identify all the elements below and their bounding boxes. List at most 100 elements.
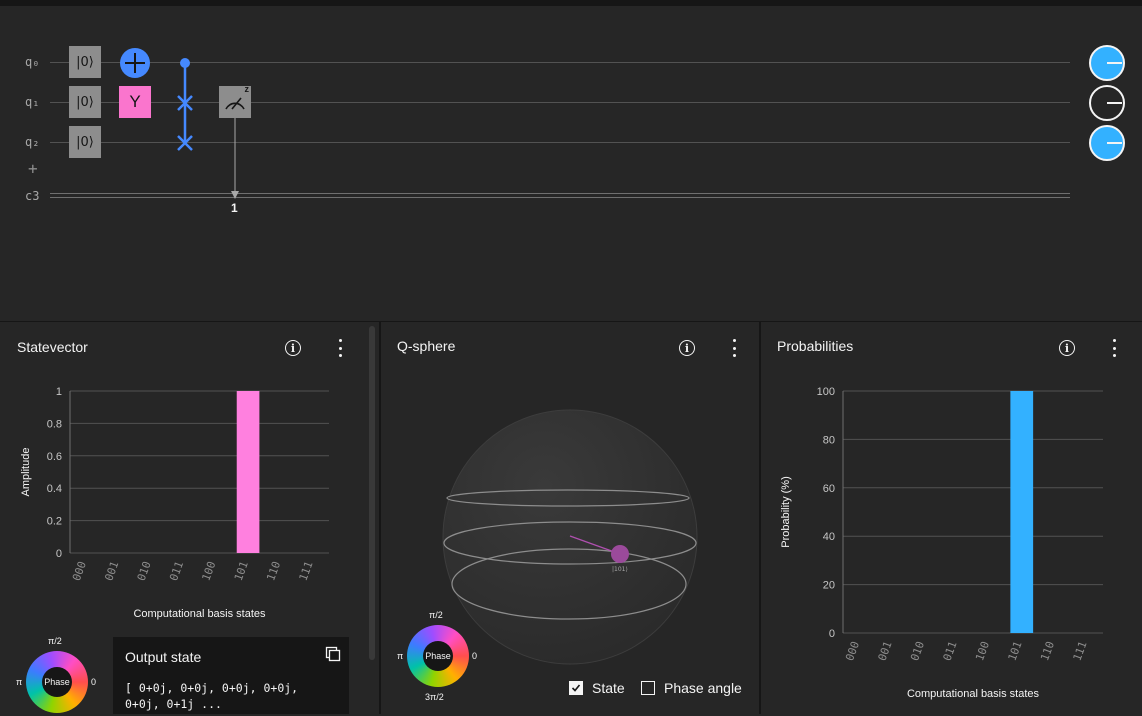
output-state-title: Output state [125,649,202,665]
phase-center-label: Phase [42,667,72,697]
info-icon[interactable]: i [1059,340,1075,356]
phase-color-ring: Phase [26,651,88,713]
checkbox-empty-icon [641,681,655,695]
circuit-composer: q₀ q₁ q₂ + c3 |0⟩ |0⟩ |0⟩ Y z 1 [0,0,1142,322]
y-tick-label: 40 [823,531,835,543]
overflow-menu-icon[interactable] [733,339,737,357]
phase-color-ring: Phase [407,625,469,687]
reset-gate-q2[interactable]: |0⟩ [69,126,101,158]
x-tick-label: 110 [1038,640,1057,663]
qubit-state-q2[interactable] [1089,125,1125,161]
x-tick-label: 011 [941,640,960,663]
reset-gate-q1[interactable]: |0⟩ [69,86,101,118]
measure-target-bit: 1 [231,201,238,215]
qsphere-state-label: |101⟩ [612,566,628,573]
info-icon[interactable]: i [285,340,301,356]
y-gate-label: Y [129,92,141,111]
y-tick-label: 0 [829,628,835,640]
qubit-state-q1[interactable] [1089,85,1125,121]
phase-right-label: 0 [91,677,97,687]
phase-left-label: π [16,677,23,687]
measure-basis-label: z [244,84,250,94]
y-tick-label: 1 [56,386,62,398]
phase-top-label: π/2 [429,610,443,620]
y-axis-label: Amplitude [20,448,32,497]
y-tick-label: 0.2 [47,516,62,528]
x-tick-label: 100 [973,640,992,663]
probabilities-chart: 0 20 40 60 80 100 000 001 010 011 100 101 110 111 Comp… [780,386,1103,700]
x-tick-label: 100 [199,560,218,583]
x-tick-label: 000 [70,560,89,583]
y-gate[interactable]: Y [119,86,151,118]
output-line-1: [ 0+0j, 0+0j, 0+0j, 0+0j, [125,681,299,695]
x-tick-label: 001 [102,560,121,583]
qubit-wire-q0[interactable] [50,62,1070,63]
check-icon [569,681,583,695]
qsphere-panel: Q-sphere i |101⟩ π/2 π 0 Phase 3π/2 Stat… [381,322,760,714]
phase-right-label: 0 [472,651,478,661]
probabilities-title: Probabilities [777,338,854,354]
statevector-chart: 00.20.40.60.81000 001 010 011 100 101 110 111Co… [20,386,329,620]
info-icon[interactable]: i [679,340,695,356]
qubit-wire-q1[interactable] [50,102,1070,103]
classical-register-label[interactable]: c3 [25,189,39,203]
qsphere-state-node [611,545,629,563]
statevector-title: Statevector [17,339,88,355]
x-tick-label: 000 [843,640,862,663]
probabilities-panel: Probabilities i 0 20 40 60 80 100 000 001 010 011… [761,322,1142,714]
qubit-label-q2[interactable]: q₂ [25,135,39,149]
qubit-label-q1[interactable]: q₁ [25,95,39,109]
x-tick-label: 110 [264,560,283,583]
phase-angle-checkbox-label: Phase angle [664,680,742,696]
control-dot-icon [180,58,190,68]
controlled-swap-gate[interactable] [170,56,200,160]
x-tick-label: 101 [1006,640,1025,663]
qubit-state-q0[interactable] [1089,45,1125,81]
statevector-panel: Statevector i 0 0.2 0.4 0.6 0.8 1 000 001 010 011… [0,322,380,714]
phase-bottom-label: 3π/2 [425,692,444,702]
y-tick-label: 0 [56,548,62,560]
y-tick-label: 80 [823,434,835,446]
overflow-menu-icon[interactable] [339,339,343,357]
state-checkbox-label: State [592,680,625,696]
measure-arrow [231,118,239,199]
qubit-state-line-icon [1107,102,1122,104]
output-state-value: [ 0+0j, 0+0j, 0+0j, 0+0j, 0+0j, 0+1j ... [125,680,298,712]
output-line-2: 0+0j, 0+1j ... [125,697,222,711]
classical-wire-c3[interactable] [50,193,1070,198]
reset-gate-label: |0⟩ [76,94,94,110]
x-axis-label: Computational basis states [133,608,266,620]
qubit-label-q0[interactable]: q₀ [25,55,39,69]
y-tick-label: 0.4 [47,483,62,495]
output-state-box: Output state [ 0+0j, 0+0j, 0+0j, 0+0j, 0… [113,637,349,714]
phase-angle-checkbox[interactable]: Phase angle [641,680,742,696]
phase-center-label: Phase [423,641,453,671]
overflow-menu-icon[interactable] [1113,339,1117,357]
y-tick-label: 100 [817,386,835,398]
reset-gate-q0[interactable]: |0⟩ [69,46,101,78]
phase-left-label: π [397,651,404,661]
add-qubit-button[interactable]: + [28,159,38,178]
scrollbar[interactable] [369,326,375,660]
x-tick-label: 010 [135,560,154,583]
y-tick-label: 20 [823,580,835,592]
x-axis-label: Computational basis states [907,688,1040,700]
reset-gate-label: |0⟩ [76,54,94,70]
x-tick-label: 011 [167,560,186,583]
qubit-wire-q2[interactable] [50,142,1070,143]
x-tick-label: 001 [876,640,895,663]
x-gate[interactable] [119,47,151,79]
phase-top-label: π/2 [48,636,62,646]
x-tick-label: 111 [1071,640,1090,663]
bar-101[interactable] [1010,391,1034,633]
y-tick-label: 0.8 [47,418,62,430]
y-tick-label: 60 [823,483,835,495]
copy-icon[interactable] [325,646,341,662]
y-axis-label: Probability (%) [780,476,792,548]
measure-gate[interactable]: z [219,84,251,118]
x-tick-label: 111 [297,560,316,583]
phase-wheel: π/2 π 0 Phase 3π/2 [395,610,485,710]
bar-101[interactable] [236,391,260,553]
state-checkbox[interactable]: State [569,680,625,696]
qubit-state-line-icon [1107,62,1122,64]
